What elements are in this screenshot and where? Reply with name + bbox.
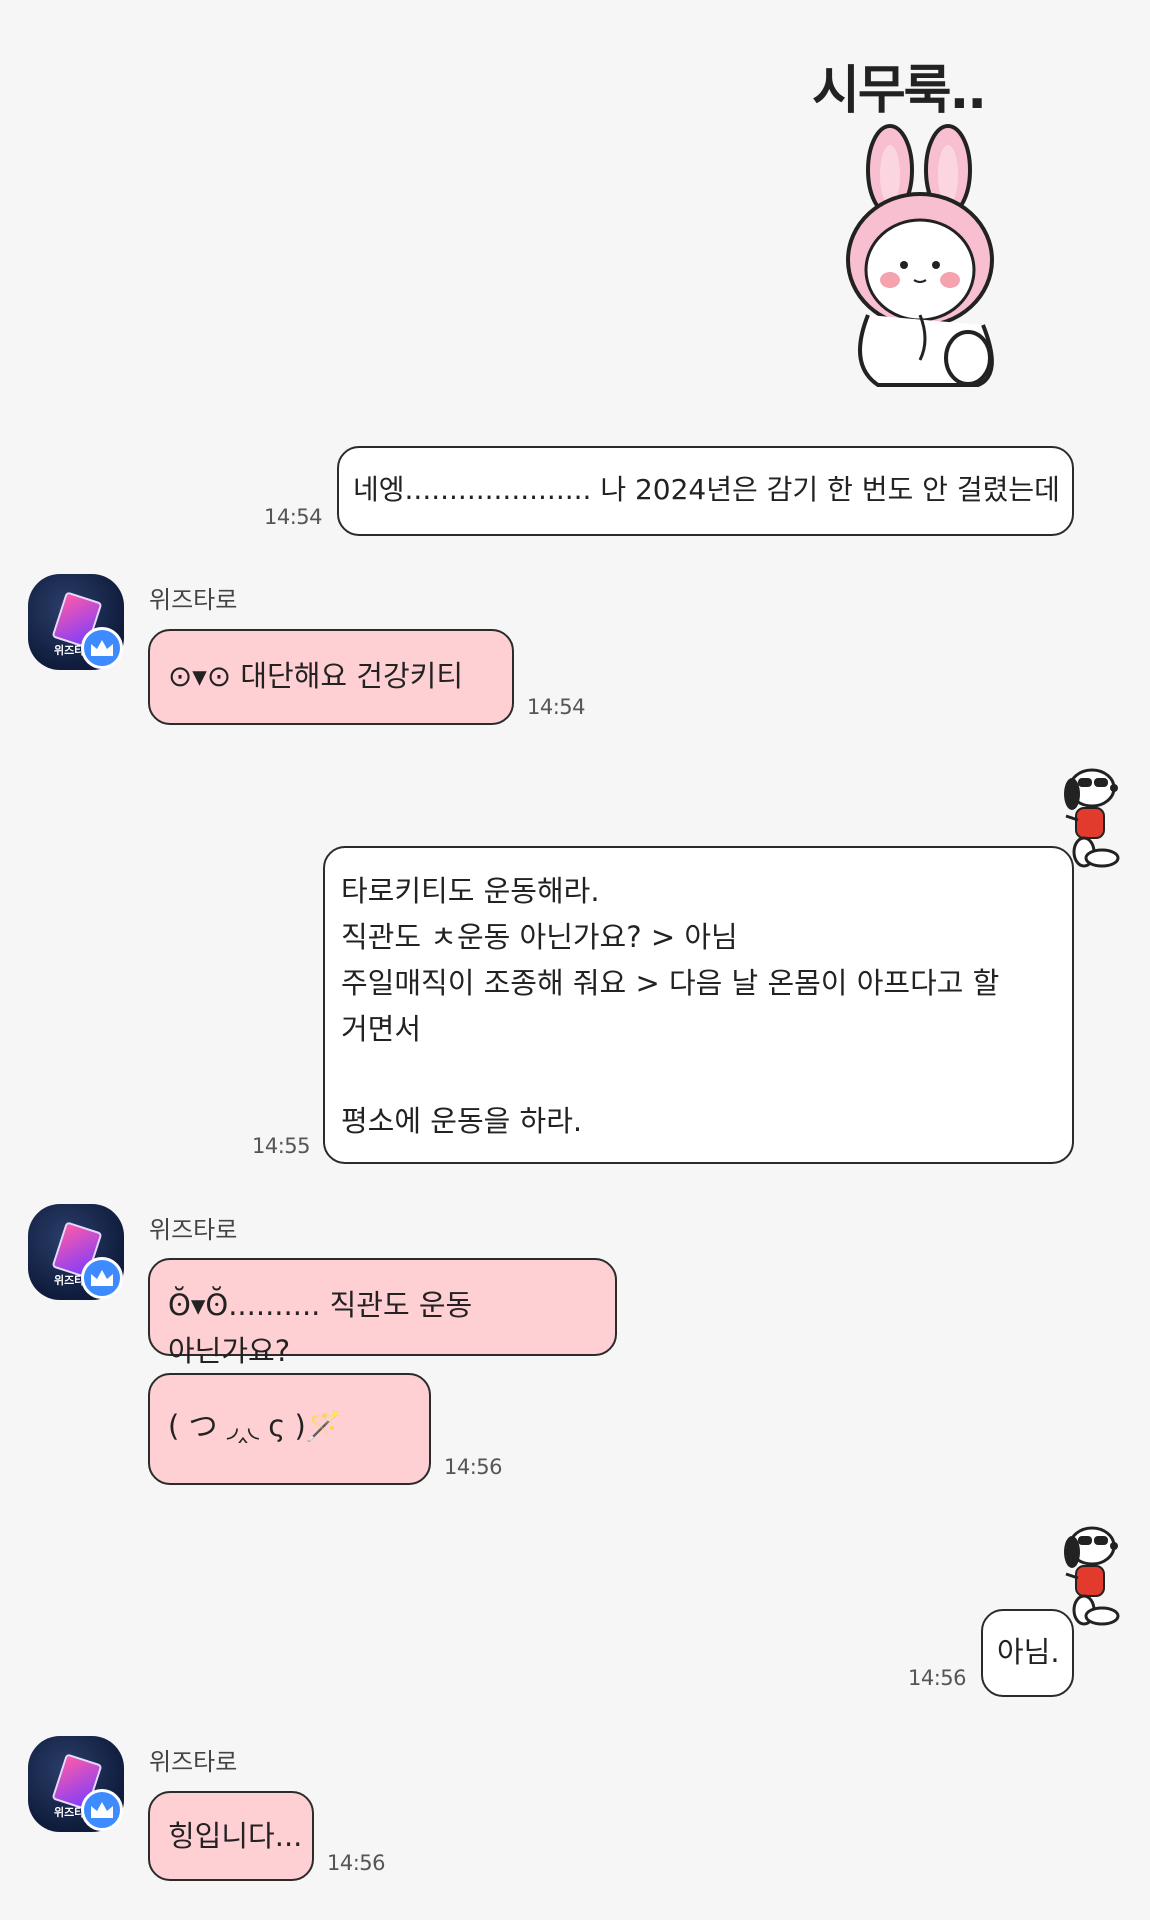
sender-name: 위즈타로 — [149, 586, 238, 614]
message-time: 14:56 — [444, 1455, 503, 1479]
message-time: 14:54 — [527, 695, 586, 719]
message-bubble[interactable]: ( つ ◞‸◟ ς )🪄 — [148, 1373, 431, 1485]
message-bubble[interactable]: 아님. — [981, 1609, 1074, 1697]
sender-name: 위즈타로 — [149, 1748, 238, 1776]
message-bubble[interactable]: 힝입니다... — [148, 1791, 314, 1881]
message-time: 14:54 — [264, 505, 323, 529]
sticker-caption: 시무룩.. — [812, 61, 987, 121]
message-bubble[interactable]: 네엥..................... 나 2024년은 감기 한 번도… — [337, 446, 1074, 536]
message-bubble[interactable]: 타로키티도 운동해라. 직관도 ㅊ운동 아닌가요? > 아님 주일매직이 조종해… — [323, 846, 1074, 1164]
sender-name: 위즈타로 — [149, 1216, 238, 1244]
crown-icon — [81, 1257, 123, 1299]
bunny-sticker[interactable]: 시무룩.. — [800, 40, 1020, 390]
bunny-icon — [846, 124, 994, 387]
crown-icon — [81, 627, 123, 669]
message-time: 14:56 — [908, 1666, 967, 1690]
message-bubble[interactable]: ʘ̆▾ʘ̆.......... 직관도 운동 아닌가요? — [148, 1258, 617, 1368]
message-time: 14:56 — [327, 1851, 386, 1875]
message-time: 14:55 — [252, 1134, 311, 1158]
message-bubble[interactable]: ⊙▾⊙ 대단해요 건강키티 — [148, 629, 514, 725]
crown-icon — [81, 1789, 123, 1831]
